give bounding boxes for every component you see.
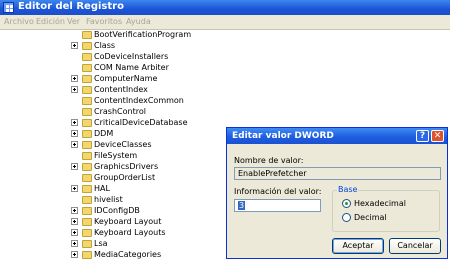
tree-item[interactable]: ContentIndex: [0, 85, 300, 95]
tree-item[interactable]: ContentIndexCommon: [0, 96, 300, 106]
tree-item-label: hivelist: [94, 195, 123, 204]
expand-plus-icon[interactable]: [71, 240, 78, 247]
menu-bar: Archivo Edición Ver Favoritos Ayuda: [0, 15, 450, 30]
cancel-button[interactable]: Cancelar: [389, 238, 441, 254]
folder-icon: [82, 240, 92, 248]
folder-icon: [82, 163, 92, 171]
folder-icon: [82, 251, 92, 259]
tree-item[interactable]: BootVerificationProgram: [0, 30, 300, 40]
folder-icon: [82, 185, 92, 193]
tree-item-label: GroupOrderList: [94, 173, 156, 182]
tree-item[interactable]: ComputerName: [0, 74, 300, 84]
close-button[interactable]: ✕: [431, 130, 444, 142]
expand-plus-icon[interactable]: [71, 141, 78, 148]
menu-ver[interactable]: Ver: [67, 17, 80, 26]
tree-item[interactable]: Class: [0, 41, 300, 51]
help-button[interactable]: ?: [416, 130, 429, 142]
folder-icon: [82, 119, 92, 127]
tree-item-label: GraphicsDrivers: [94, 162, 159, 171]
folder-icon: [82, 174, 92, 182]
tree-item-label: FileSystem: [94, 151, 138, 160]
tree-item[interactable]: CrashControl: [0, 107, 300, 117]
expand-plus-icon[interactable]: [71, 218, 78, 225]
tree-item-label: Class: [94, 41, 116, 50]
expand-plus-icon[interactable]: [71, 119, 78, 126]
tree-item-label: IDConfigDB: [94, 206, 140, 215]
edit-dword-dialog: Editar valor DWORD ? ✕ Nombre de valor: …: [226, 127, 448, 259]
folder-icon: [82, 130, 92, 138]
tree-item-label: CrashControl: [94, 107, 146, 116]
decimal-radio[interactable]: [342, 213, 351, 222]
expand-plus-icon[interactable]: [71, 42, 78, 49]
tree-item-label: CoDeviceInstallers: [94, 52, 169, 61]
tree-item-label: Keyboard Layouts: [94, 228, 166, 237]
expand-plus-icon[interactable]: [71, 75, 78, 82]
hex-radio[interactable]: [342, 199, 351, 208]
tree-item[interactable]: COM Name Arbiter: [0, 63, 300, 73]
tree-item-label: DDM: [94, 129, 114, 138]
expand-plus-icon[interactable]: [71, 86, 78, 93]
folder-icon: [82, 108, 92, 116]
value-data-label: Información del valor:: [234, 187, 322, 196]
menu-edicion[interactable]: Edición: [36, 17, 65, 26]
folder-icon: [82, 86, 92, 94]
menu-ayuda[interactable]: Ayuda: [126, 17, 151, 26]
tree-item-label: ContentIndexCommon: [94, 96, 184, 105]
value-data-input[interactable]: 3: [234, 199, 321, 212]
accept-button[interactable]: Aceptar: [332, 238, 384, 254]
folder-icon: [82, 75, 92, 83]
tree-item-label: Keyboard Layout: [94, 217, 162, 226]
base-group-label: Base: [337, 185, 359, 194]
folder-icon: [82, 53, 92, 61]
menu-favoritos[interactable]: Favoritos: [86, 17, 122, 26]
value-name-label: Nombre de valor:: [234, 156, 304, 165]
folder-icon: [82, 196, 92, 204]
value-name-field: EnablePrefetcher: [234, 167, 441, 180]
expand-plus-icon[interactable]: [71, 130, 78, 137]
dialog-title: Editar valor DWORD: [232, 131, 334, 141]
tree-item[interactable]: CoDeviceInstallers: [0, 52, 300, 62]
tree-item-label: BootVerificationProgram: [94, 30, 192, 39]
expand-plus-icon[interactable]: [71, 229, 78, 236]
folder-icon: [82, 31, 92, 39]
tree-item-label: ContentIndex: [94, 85, 148, 94]
decimal-radio-label[interactable]: Decimal: [354, 213, 387, 222]
expand-plus-icon[interactable]: [71, 185, 78, 192]
tree-item-label: COM Name Arbiter: [94, 63, 169, 72]
tree-item-label: ComputerName: [94, 74, 158, 83]
tree-item-label: MediaCategories: [94, 250, 162, 259]
tree-item-label: Lsa: [94, 239, 108, 248]
expand-plus-icon[interactable]: [71, 163, 78, 170]
folder-icon: [82, 42, 92, 50]
folder-icon: [82, 64, 92, 72]
window-title-bar[interactable]: Editor del Registro: [0, 0, 450, 15]
menu-archivo[interactable]: Archivo: [4, 17, 34, 26]
hex-radio-label[interactable]: Hexadecimal: [354, 199, 406, 208]
expand-plus-icon[interactable]: [71, 207, 78, 214]
folder-icon: [82, 97, 92, 105]
folder-icon: [82, 207, 92, 215]
folder-icon: [82, 229, 92, 237]
tree-item-label: CriticalDeviceDatabase: [94, 118, 188, 127]
base-groupbox: [332, 190, 440, 232]
folder-icon: [82, 218, 92, 226]
tree-item-label: HAL: [94, 184, 110, 193]
dialog-title-bar[interactable]: Editar valor DWORD ? ✕: [227, 128, 447, 144]
window-title: Editor del Registro: [18, 1, 124, 12]
tree-item-label: DeviceClasses: [94, 140, 152, 149]
folder-icon: [82, 152, 92, 160]
expand-plus-icon[interactable]: [71, 251, 78, 258]
value-data-text: 3: [238, 201, 246, 210]
registry-app-icon: [3, 2, 14, 13]
folder-icon: [82, 141, 92, 149]
